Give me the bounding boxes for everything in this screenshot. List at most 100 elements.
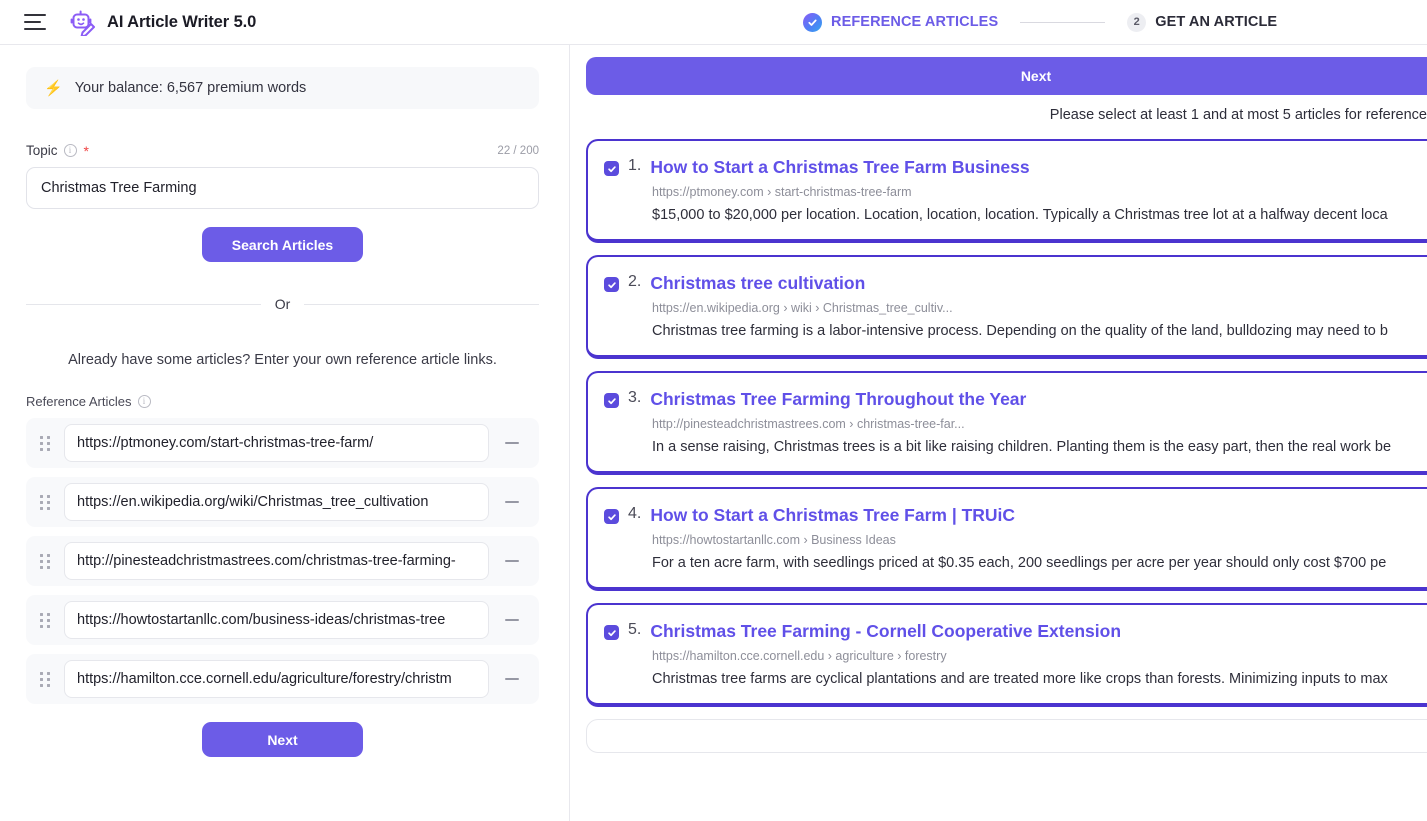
app-title: AI Article Writer 5.0: [107, 12, 257, 31]
result-title-link[interactable]: How to Start a Christmas Tree Farm | TRU…: [650, 505, 1015, 526]
remove-url-button[interactable]: [497, 546, 527, 576]
result-checkbox[interactable]: [604, 161, 619, 176]
character-counter: 22 / 200: [497, 144, 539, 157]
reference-url-input[interactable]: [64, 424, 489, 462]
brand: AI Article Writer 5.0: [69, 8, 256, 36]
app-header: AI Article Writer 5.0 REFERENCE ARTICLES…: [0, 0, 1427, 45]
minus-icon: [505, 618, 519, 622]
reference-url-row: [26, 536, 539, 586]
reference-url-input[interactable]: [64, 660, 489, 698]
minus-icon: [505, 500, 519, 504]
result-card[interactable]: 1. How to Start a Christmas Tree Farm Bu…: [586, 139, 1427, 243]
divider-label: Or: [274, 296, 291, 312]
reference-articles-header: Reference Articles i: [26, 394, 539, 409]
result-snippet: Christmas tree farms are cyclical planta…: [652, 671, 1388, 687]
result-card[interactable]: 3. Christmas Tree Farming Throughout the…: [586, 371, 1427, 475]
result-url-breadcrumb: https://howtostartanllc.com › Business I…: [652, 533, 896, 547]
search-results-panel: Next Please select at least 1 and at mos…: [570, 45, 1427, 821]
search-articles-button[interactable]: Search Articles: [202, 227, 363, 262]
or-divider: Or: [26, 296, 539, 312]
balance-text: Your balance: 6,567 premium words: [74, 80, 307, 96]
remove-url-button[interactable]: [497, 664, 527, 694]
drag-handle-icon[interactable]: [40, 671, 50, 687]
remove-url-button[interactable]: [497, 428, 527, 458]
topic-field-header: Topic i * 22 / 200: [26, 143, 539, 158]
divider-rule-left: [26, 303, 261, 305]
topic-label: Topic: [26, 143, 58, 158]
remove-url-button[interactable]: [497, 487, 527, 517]
drag-handle-icon[interactable]: [40, 612, 50, 628]
main-content: ⚡ Your balance: 6,567 premium words Topi…: [0, 45, 1427, 821]
result-url-breadcrumb: https://en.wikipedia.org › wiki › Christ…: [652, 301, 953, 315]
left-form-panel: ⚡ Your balance: 6,567 premium words Topi…: [0, 45, 570, 821]
hamburger-icon[interactable]: [24, 14, 46, 30]
result-card-header: 2. Christmas tree cultivation: [604, 273, 1427, 294]
reference-url-row: [26, 595, 539, 645]
minus-icon: [505, 559, 519, 563]
hamburger-bar: [24, 21, 42, 23]
result-card[interactable]: 4. How to Start a Christmas Tree Farm | …: [586, 487, 1427, 591]
reference-url-row: [26, 418, 539, 468]
result-checkbox[interactable]: [604, 625, 619, 640]
result-url-breadcrumb: https://ptmoney.com › start-christmas-tr…: [652, 185, 912, 199]
step-label-get-an-article: GET AN ARTICLE: [1155, 14, 1278, 30]
manual-links-hint: Already have some articles? Enter your o…: [68, 352, 497, 368]
reference-url-input[interactable]: [64, 542, 489, 580]
robot-pen-icon: [70, 10, 95, 36]
result-card-header: 3. Christmas Tree Farming Throughout the…: [604, 389, 1427, 410]
result-index: 3.: [628, 389, 642, 406]
result-snippet: $15,000 to $20,000 per location. Locatio…: [652, 207, 1388, 223]
result-index: 4.: [628, 505, 642, 522]
info-icon[interactable]: i: [63, 144, 77, 157]
step-get-an-article[interactable]: 2 GET AN ARTICLE: [1127, 12, 1278, 32]
result-index: 1.: [628, 157, 642, 174]
lightning-bolt-icon: ⚡: [44, 79, 63, 97]
results-list: 1. How to Start a Christmas Tree Farm Bu…: [586, 139, 1427, 753]
result-title-link[interactable]: Christmas tree cultivation: [650, 273, 865, 294]
check-circle-icon: [803, 12, 822, 32]
result-checkbox[interactable]: [604, 277, 619, 292]
progress-stepper: REFERENCE ARTICLES 2 GET AN ARTICLE: [803, 0, 1277, 44]
reference-url-row: [26, 477, 539, 527]
drag-handle-icon[interactable]: [40, 494, 50, 510]
balance-banner: ⚡ Your balance: 6,567 premium words: [26, 67, 539, 109]
divider-rule-right: [304, 303, 539, 305]
info-icon[interactable]: i: [137, 395, 151, 408]
next-button-left[interactable]: Next: [202, 722, 363, 757]
result-card-header: 1. How to Start a Christmas Tree Farm Bu…: [604, 157, 1427, 178]
result-card[interactable]: 2. Christmas tree cultivation https://en…: [586, 255, 1427, 359]
result-index: 5.: [628, 621, 642, 638]
reference-url-input[interactable]: [64, 601, 489, 639]
left-next-button-row: Next: [26, 722, 539, 757]
drag-handle-icon[interactable]: [40, 553, 50, 569]
drag-handle-icon[interactable]: [40, 435, 50, 451]
step-reference-articles[interactable]: REFERENCE ARTICLES: [803, 12, 999, 32]
selection-helper-text: Please select at least 1 and at most 5 a…: [1049, 107, 1427, 123]
result-url-breadcrumb: https://hamilton.cce.cornell.edu › agric…: [652, 649, 947, 663]
result-index: 2.: [628, 273, 642, 290]
required-asterisk: *: [83, 142, 89, 159]
topic-input[interactable]: [26, 167, 539, 209]
result-url-breadcrumb: http://pinesteadchristmastrees.com › chr…: [652, 417, 965, 431]
reference-url-input[interactable]: [64, 483, 489, 521]
stepper-connector: [1020, 21, 1106, 23]
reference-articles-label: Reference Articles: [26, 394, 132, 409]
result-checkbox[interactable]: [604, 393, 619, 408]
result-snippet: In a sense raising, Christmas trees is a…: [652, 439, 1392, 455]
result-card[interactable]: 5. Christmas Tree Farming - Cornell Coop…: [586, 603, 1427, 707]
minus-icon: [505, 677, 519, 681]
remove-url-button[interactable]: [497, 605, 527, 635]
result-title-link[interactable]: Christmas Tree Farming Throughout the Ye…: [650, 389, 1026, 410]
minus-icon: [505, 441, 519, 445]
result-card-header: 5. Christmas Tree Farming - Cornell Coop…: [604, 621, 1427, 642]
result-snippet: For a ten acre farm, with seedlings pric…: [652, 555, 1387, 571]
result-snippet: Christmas tree farming is a labor-intens…: [652, 323, 1388, 339]
result-card[interactable]: [586, 719, 1427, 753]
step-label-reference-articles: REFERENCE ARTICLES: [831, 14, 999, 30]
next-button-top[interactable]: Next: [586, 57, 1427, 95]
hamburger-bar: [24, 28, 46, 30]
step-number-badge: 2: [1127, 12, 1147, 32]
result-checkbox[interactable]: [604, 509, 619, 524]
result-title-link[interactable]: Christmas Tree Farming - Cornell Coopera…: [650, 621, 1121, 642]
result-title-link[interactable]: How to Start a Christmas Tree Farm Busin…: [650, 157, 1029, 178]
